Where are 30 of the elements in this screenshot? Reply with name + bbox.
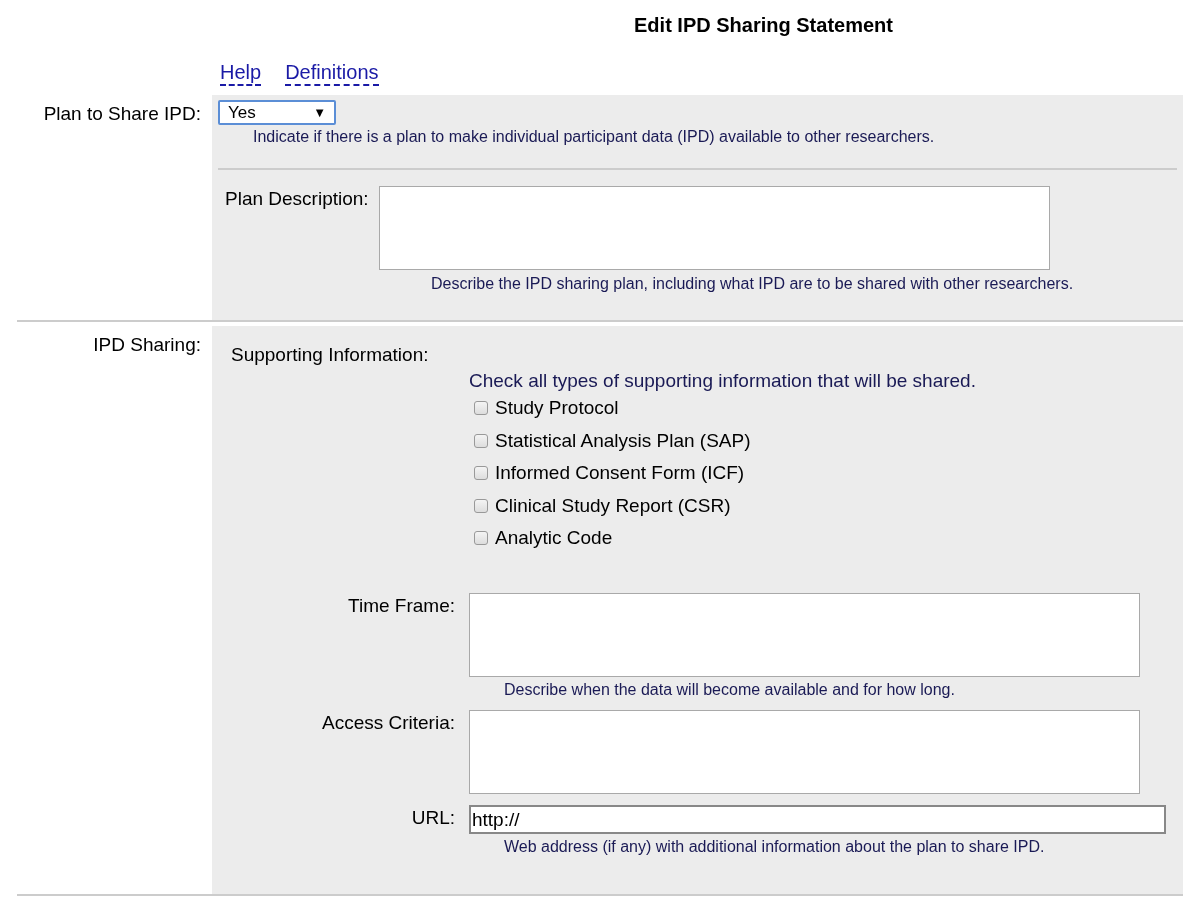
text-area[interactable] <box>469 592 1140 677</box>
hint-text: Describe the IPD sharing plan, including what IPD are to be shared with other researchers. <box>431 275 1075 293</box>
text-area[interactable] <box>469 709 1140 794</box>
hint-text: Describe when the data will become available and for how long. <box>504 680 956 699</box>
page-title: Edit IPD Sharing Statement <box>634 13 893 37</box>
checkbox[interactable] <box>474 433 488 448</box>
field-label: URL: <box>411 806 455 829</box>
field-label: IPD Sharing: <box>93 334 201 356</box>
url-field[interactable]: http:// <box>469 804 1166 834</box>
checkbox-label: Analytic Code <box>495 527 613 550</box>
field-label: Time Frame: <box>348 594 455 617</box>
checkbox[interactable] <box>474 466 488 481</box>
checkbox-label: Study Protocol <box>495 397 619 420</box>
checkbox-label: Informed Consent Form (ICF) <box>495 462 745 485</box>
instruction-text: Check all types of supporting information that will be shared. <box>469 370 977 392</box>
text-area[interactable] <box>378 186 1050 270</box>
checkbox[interactable] <box>474 498 488 513</box>
plan-select[interactable]: Yes ▼ <box>218 100 336 125</box>
checkbox-label: Clinical Study Report (CSR) <box>495 494 731 517</box>
field-label: Access Criteria: <box>321 711 455 734</box>
checkbox[interactable] <box>474 401 488 416</box>
help-link[interactable]: Help <box>220 59 262 86</box>
field-label: Supporting Information: <box>231 344 430 366</box>
hint-text: Web address (if any) with additional information about the plan to share IPD. <box>504 837 1046 856</box>
field-label: Plan to Share IPD: <box>43 103 201 125</box>
help-link[interactable]: Definitions <box>285 59 379 86</box>
checkbox-label: Statistical Analysis Plan (SAP) <box>495 429 751 452</box>
hint-text: Indicate if there is a plan to make individual participant data (IPD) available to other researchers. <box>253 128 936 146</box>
field-label: Plan Description: <box>225 188 369 211</box>
checkbox[interactable] <box>474 531 488 546</box>
